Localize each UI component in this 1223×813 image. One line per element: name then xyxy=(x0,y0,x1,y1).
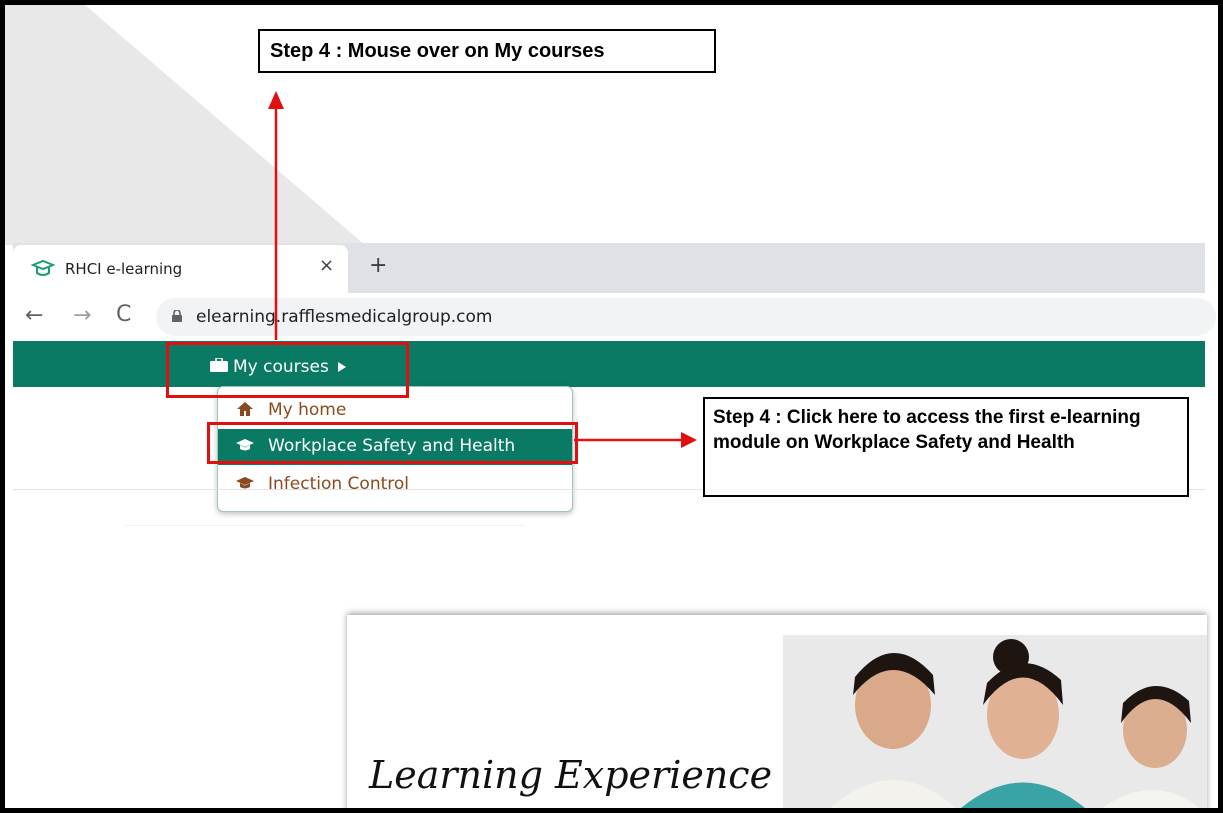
new-tab-button[interactable]: + xyxy=(369,253,387,278)
banner-title: Learning Experience xyxy=(369,753,773,797)
learning-banner: Learning Experience xyxy=(347,615,1207,808)
tab-close-button[interactable]: × xyxy=(319,255,334,276)
callout-mouse-over-text: Step 4 : Mouse over on My courses xyxy=(270,40,605,62)
highlight-workplace-safety xyxy=(207,422,578,464)
nurses-photo xyxy=(783,635,1207,808)
lock-icon xyxy=(172,310,182,322)
highlight-my-courses xyxy=(166,342,409,398)
screenshot-frame: Step 4 : Mouse over on My courses RHCI e… xyxy=(0,0,1223,813)
graduation-cap-favicon-icon xyxy=(31,259,55,276)
forward-button[interactable]: → xyxy=(73,303,91,328)
menu-item-infection-control[interactable]: Infection Control xyxy=(218,467,572,503)
browser-tab[interactable]: RHCI e-learning × xyxy=(13,245,348,293)
url-text: elearning.rafflesmedicalgroup.com xyxy=(196,307,493,327)
arrow-right-head xyxy=(681,432,697,448)
back-button[interactable]: ← xyxy=(25,303,43,328)
callout-mouse-over: Step 4 : Mouse over on My courses xyxy=(258,29,716,73)
nurses-illustration xyxy=(783,635,1207,808)
content-divider-faint xyxy=(125,525,525,526)
tab-title: RHCI e-learning xyxy=(65,260,183,278)
home-icon xyxy=(237,402,253,416)
address-bar[interactable]: elearning.rafflesmedicalgroup.com xyxy=(156,298,1216,336)
callout-click-here: Step 4 : Click here to access the first … xyxy=(703,397,1189,497)
browser-toolbar: ← → C elearning.rafflesmedicalgroup.com xyxy=(13,293,1216,341)
callout-click-here-text: Step 4 : Click here to access the first … xyxy=(713,407,1141,453)
menu-item-label: Infection Control xyxy=(268,474,409,494)
reload-button[interactable]: C xyxy=(116,302,131,327)
menu-item-label: My home xyxy=(268,400,347,420)
